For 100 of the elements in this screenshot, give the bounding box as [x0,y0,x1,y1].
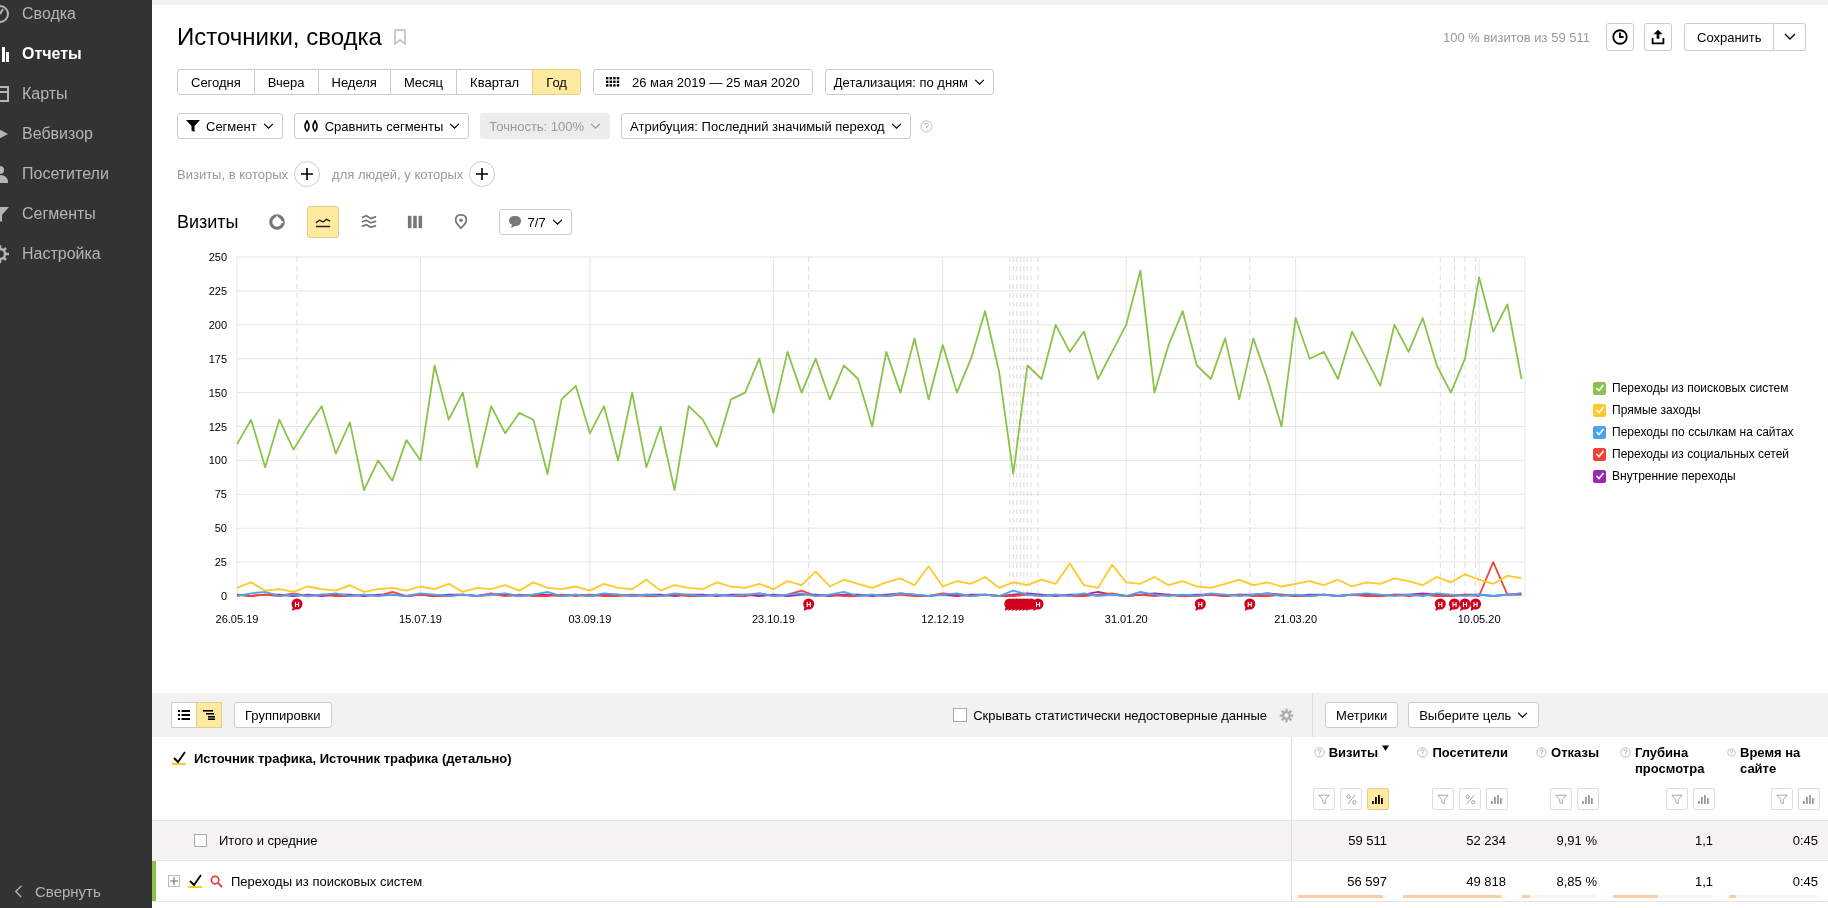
legend-checkbox[interactable] [1593,425,1606,439]
y-tick-label: 250 [208,251,227,263]
help-icon[interactable] [1620,747,1631,758]
column-header[interactable]: Отказы [1551,745,1599,761]
legend-checkbox[interactable] [1593,447,1606,461]
caret-icon [1783,33,1796,41]
help-icon[interactable] [1536,747,1548,758]
sidebar-item[interactable]: Сводка [0,0,152,34]
table-cell-text: 59 511 [1347,832,1388,850]
help-icon[interactable] [919,119,933,133]
table-cell: 56 597 [1347,873,1387,889]
view-toggle[interactable] [171,702,197,728]
add-condition-button[interactable] [469,161,496,187]
legend-item[interactable]: Переходы из социальных сетей [1593,447,1794,461]
table-cell: 8,85 % [1556,873,1597,889]
sidebar-item[interactable]: Настройка [0,234,152,274]
export-button[interactable] [1644,23,1672,51]
table-cell-text: 52 234 [1465,832,1507,850]
legend-item[interactable]: Переходы по ссылкам на сайтах [1593,425,1794,439]
caret-icon [551,218,563,226]
view-toggle[interactable] [196,702,222,728]
history-button[interactable] [1606,23,1634,51]
column-header[interactable]: Источник трафика, Источник трафика (детально) [194,751,512,766]
filter-button[interactable] [1666,788,1688,810]
legend-checkbox[interactable] [1593,381,1606,395]
period-tab[interactable]: Неделя [317,69,391,95]
filter-dropdown[interactable]: Атрибуция: Последний значимый переход [621,113,911,139]
filter-button[interactable] [1550,788,1572,810]
clock-icon [1611,28,1629,46]
percent-button[interactable] [1340,788,1362,810]
detail-dropdown[interactable]: Детализация: по дням [824,69,995,95]
column-header[interactable]: Время на сайте [1740,745,1820,777]
share-icon [1649,28,1667,46]
period-tab[interactable]: Год [532,69,581,95]
bookmark-icon[interactable] [393,29,406,45]
help-icon[interactable] [1727,747,1736,758]
collapse-button[interactable]: Свернуть [0,883,152,908]
funnel-icon [1555,793,1567,805]
groupings-button[interactable]: Группировки [234,702,332,728]
settings-icon[interactable] [1279,707,1294,723]
tree-list-icon [203,710,215,720]
column-header[interactable]: Визиты [1328,745,1378,761]
bar-chart-icon [1582,794,1594,804]
filter-dropdown[interactable]: Сравнить сегменты [293,113,470,139]
save-button[interactable]: Сохранить [1684,23,1774,51]
date-range-button[interactable]: 26 мая 2019 — 25 мая 2020 [592,69,813,95]
add-condition-button[interactable] [294,161,321,187]
expand-button[interactable] [168,875,180,887]
condition-label: Визиты, в которых [177,166,289,182]
filter-button[interactable] [1432,788,1454,810]
period-tab[interactable]: Месяц [389,69,458,95]
help-icon[interactable] [1313,747,1325,758]
series-selector[interactable]: 7/7 [498,209,572,235]
chevron-left-icon [14,885,23,898]
help-icon[interactable] [1417,747,1429,758]
period-tab[interactable]: Квартал [456,69,534,95]
legend-item[interactable]: Переходы из поисковых систем [1593,381,1794,395]
sidebar-item[interactable]: Карты [0,74,152,114]
legend-checkbox[interactable] [1593,469,1606,483]
filter-dropdown[interactable]: Сегмент [177,113,283,139]
y-tick-label: 0 [220,590,227,602]
funnel-icon [1437,793,1449,805]
caret-icon [590,122,602,130]
metrics-button[interactable]: Метрики [1325,702,1399,728]
column-header[interactable]: Посетители [1432,745,1508,761]
sidebar-item[interactable]: Отчеты [0,34,152,74]
sample-info: 100 % визитов из 59 511 [1442,29,1590,45]
sidebar-item[interactable]: Вебвизор [0,114,152,154]
speech-bubble-icon [507,215,522,229]
save-menu-button[interactable] [1774,23,1806,51]
column-header[interactable]: Глубина просмотра [1635,745,1715,777]
table-cell: 49 818 [1466,873,1506,889]
percent-icon [1345,793,1357,805]
row-label[interactable]: Переходы из поисковых систем [231,873,423,889]
caret-icon [890,122,902,130]
period-tab[interactable]: Вчера [253,69,319,95]
list-icon [178,710,190,720]
search-icon [210,874,223,888]
sort-desc-icon[interactable] [1382,745,1389,751]
checkbox[interactable] [188,874,202,888]
sidebar-item[interactable]: Сегменты [0,194,152,234]
table-cell-text: 1,1 [1693,832,1714,850]
y-tick-label: 25 [214,556,227,569]
caret-icon [1517,711,1529,719]
checkbox[interactable] [172,751,186,765]
filter-button[interactable] [1313,788,1335,810]
table-cell: 0:45 [1792,873,1818,889]
chart-type-button[interactable] [306,206,339,238]
sidebar-item[interactable]: Посетители [0,154,152,194]
percent-button[interactable] [1459,788,1481,810]
y-tick-label: 225 [208,284,227,297]
legend-item[interactable]: Прямые заходы [1593,403,1794,417]
bars-button[interactable] [1367,788,1389,810]
filter-button[interactable] [1771,788,1793,810]
goal-dropdown[interactable]: Выберите цель [1408,702,1540,728]
checkbox[interactable] [194,834,207,847]
drops-icon [302,120,319,132]
period-tab[interactable]: Сегодня [177,69,255,95]
hide-unreliable-checkbox[interactable]: Скрывать статистически недостоверные данные [953,707,1267,723]
legend-item[interactable]: Внутренние переходы [1593,469,1794,483]
